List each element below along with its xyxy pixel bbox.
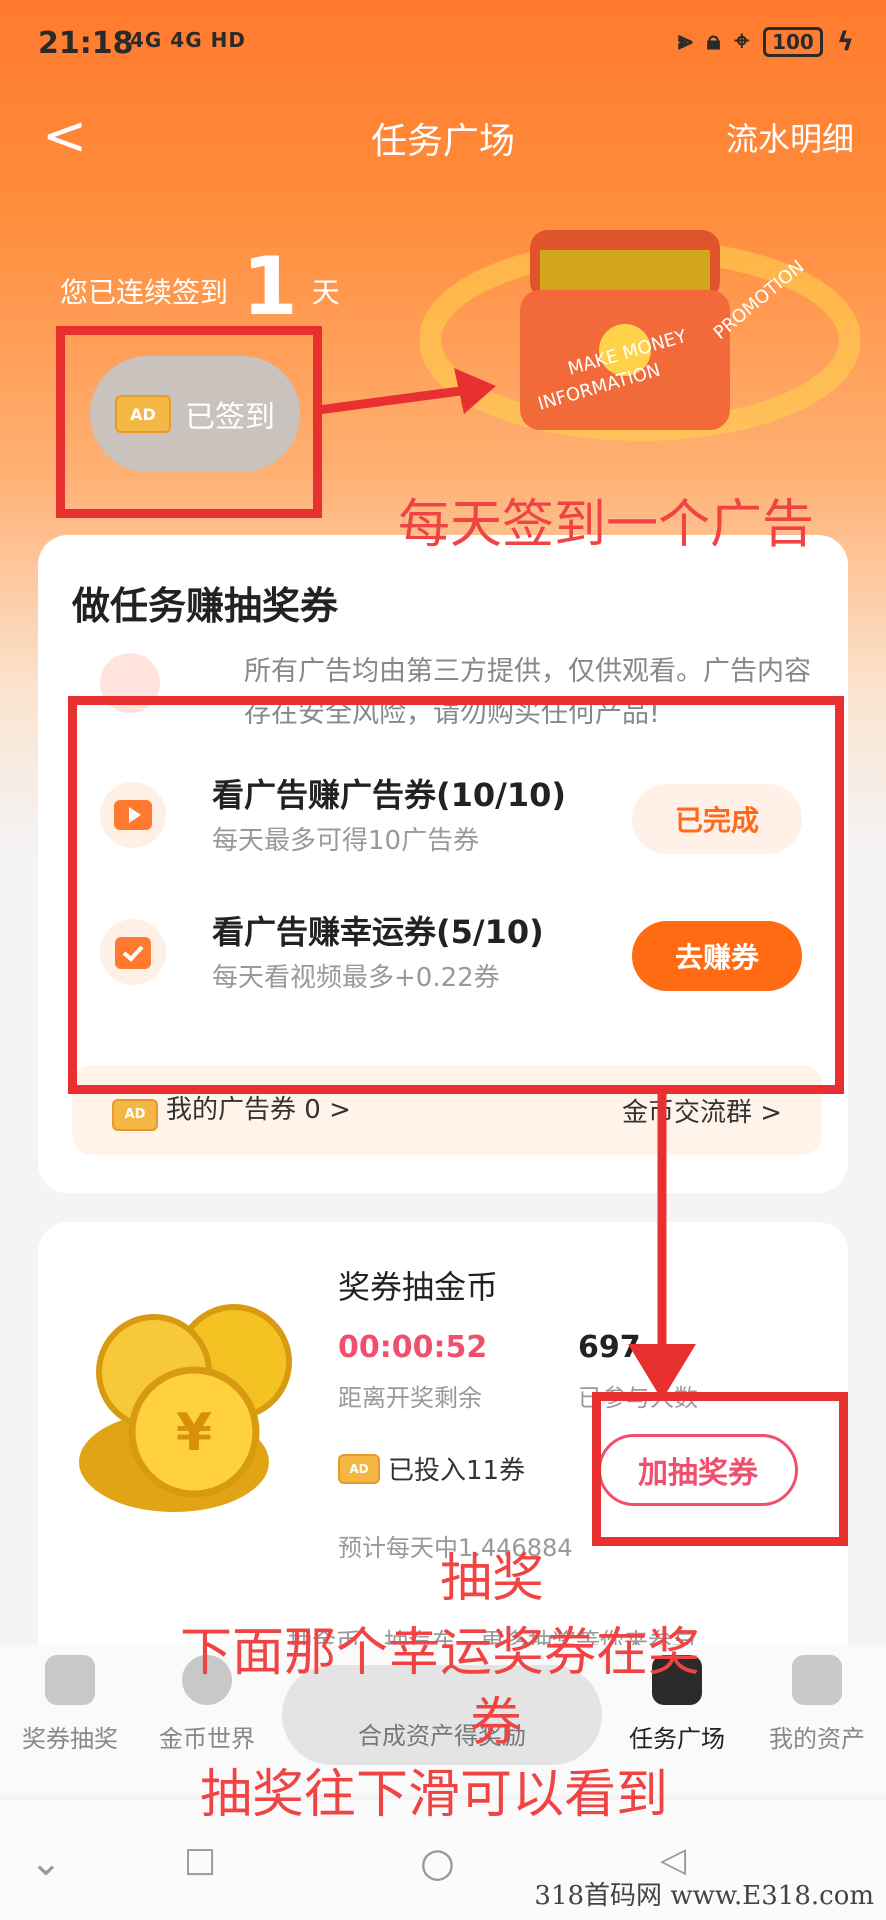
invested-info: AD 已投入11券: [338, 1450, 525, 1487]
annotation-text: 抽奖: [440, 1549, 545, 1609]
annotation-arrow: [628, 1090, 696, 1400]
treasure-chest-illustration: MAKE MONEY INFORMATION PROMOTION: [420, 230, 860, 441]
location-icon: ⌖: [734, 26, 750, 56]
gift-icon: [45, 1655, 95, 1705]
watermark: 318首码网 www.E318.com: [534, 1881, 874, 1911]
streak-prefix: 您已连续签到: [60, 276, 229, 309]
ad-ticket-icon: AD: [338, 1453, 380, 1484]
gold-coins-icon: ¥: [79, 1304, 292, 1512]
my-ad-tickets-label: 我的广告券 0 >: [166, 1095, 351, 1126]
invested-label: 已投入11券: [388, 1456, 526, 1486]
annotation-text: 每天签到一个广告: [398, 495, 815, 555]
wallet-icon: [792, 1655, 842, 1705]
home-icon[interactable]: ○: [420, 1840, 455, 1886]
annotation-box-tasks: [68, 696, 844, 1094]
back-triangle-icon[interactable]: ◁: [660, 1840, 686, 1880]
checkin-streak: 您已连续签到 1 天: [60, 240, 340, 333]
ad-ticket-icon: AD: [112, 1098, 158, 1131]
status-right: ⫸ 🔒︎ ⌖ 100 ϟ: [678, 26, 854, 57]
tab-label: 金币世界: [159, 1725, 255, 1753]
lottery-title: 奖券抽金币: [338, 1268, 499, 1306]
tab-label: 我的资产: [769, 1725, 865, 1753]
annotation-text: 下面那个幸运奖券在奖: [180, 1623, 701, 1683]
tasks-card-title: 做任务赚抽奖券: [72, 584, 339, 628]
recents-icon[interactable]: □: [184, 1840, 216, 1880]
charging-icon: ϟ: [836, 26, 854, 57]
status-time: 21:18: [38, 26, 134, 61]
tab-label: 奖券抽奖: [22, 1725, 118, 1753]
network-indicator: 4G 4G HD: [130, 28, 246, 52]
streak-suffix: 天: [311, 276, 340, 309]
tab-label: 任务广场: [629, 1725, 725, 1753]
svg-text:¥: ¥: [176, 1403, 212, 1463]
chevron-down-icon[interactable]: ⌄: [30, 1840, 62, 1884]
annotation-box-checkin: [56, 326, 322, 518]
tab-ticket-lottery[interactable]: 奖券抽奖: [5, 1655, 135, 1754]
countdown-label: 距离开奖剩余: [338, 1384, 482, 1412]
battery-icon: 100: [763, 26, 823, 57]
status-bar: 21:18 4G 4G HD ⫸ 🔒︎ ⌖ 100 ϟ: [0, 0, 886, 90]
top-nav: < 任务广场 流水明细: [0, 100, 886, 180]
my-ad-tickets-link[interactable]: AD 我的广告券 0 >: [112, 1089, 351, 1131]
annotation-text: 券: [470, 1693, 523, 1753]
annotation-arrow: [318, 368, 496, 415]
annotation-box-add-ticket: [592, 1392, 848, 1546]
lock-icon: 🔒︎: [706, 26, 721, 56]
countdown: 00:00:52: [338, 1330, 488, 1365]
flow-detail-link[interactable]: 流水明细: [726, 114, 854, 160]
tab-my-assets[interactable]: 我的资产: [752, 1655, 882, 1754]
vibrate-icon: ⫸: [677, 26, 693, 56]
streak-days: 1: [242, 240, 298, 333]
annotation-text: 抽奖往下滑可以看到: [200, 1765, 669, 1825]
